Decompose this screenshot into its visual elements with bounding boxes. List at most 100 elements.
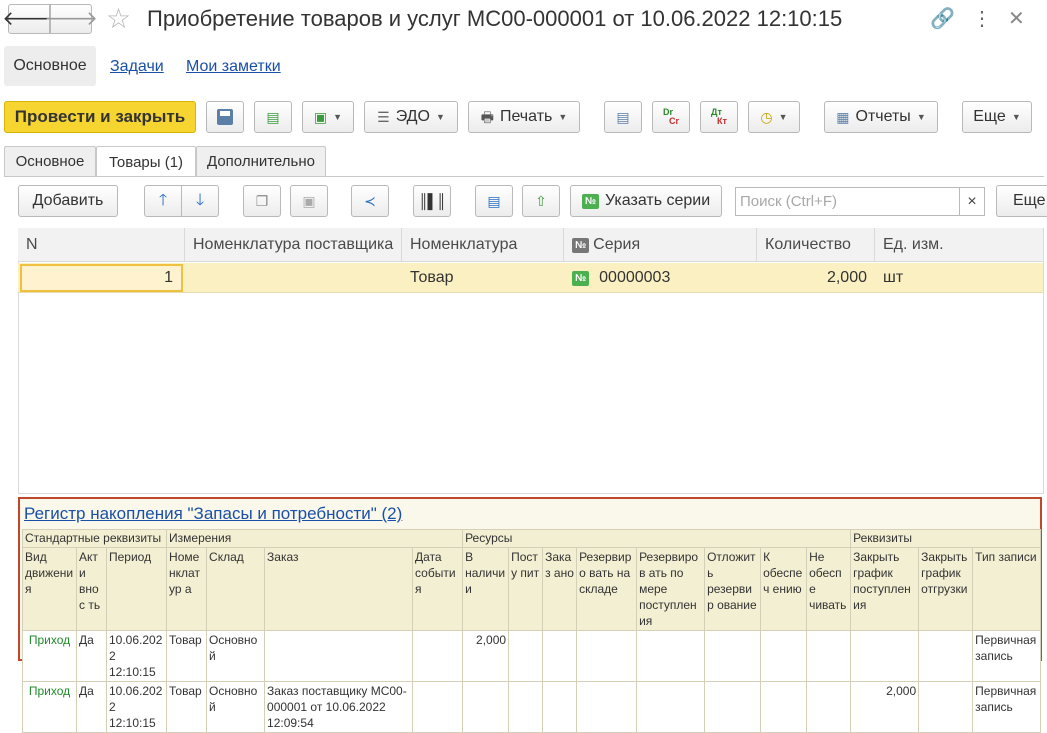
fill-table-icon: ▤ [487, 193, 501, 209]
reg-col-warehouse: Склад [206, 547, 266, 631]
forward-button[interactable]: 🡒 [44, 4, 98, 34]
reg-active: Да [76, 681, 107, 733]
reg-col-to-provide: К обеспеч ению [760, 547, 808, 631]
reg-close-in: 2,000 [850, 681, 920, 733]
print-button[interactable]: 🖶 Печать ▼ [468, 101, 580, 133]
reg-kind: Приход [22, 681, 77, 733]
reg-close-in [850, 630, 920, 682]
series-number-icon: № [581, 193, 599, 209]
reg-col-incoming: Посту пит [508, 547, 544, 631]
post-button[interactable]: ▤ [254, 101, 292, 133]
goods-table-header: N Номенклатура поставщика Номенклатура №… [18, 228, 1043, 262]
set-series-label: Указать серии [604, 192, 711, 209]
group-attributes: Реквизиты [850, 529, 1042, 548]
more-button[interactable]: Еще ▼ [962, 101, 1032, 133]
tab-main[interactable]: Основное [4, 146, 96, 176]
add-button[interactable]: Добавить [18, 185, 118, 217]
set-series-button[interactable]: № Указать серии [570, 185, 722, 217]
copy-button[interactable]: ❐ [243, 185, 281, 217]
arrow-up-icon: 🡑 [158, 192, 168, 209]
reports-icon: ▦ [836, 109, 850, 125]
reg-close-out [918, 630, 974, 682]
register-header-row: Вид движения Акти внос ть Период Номе нк… [22, 547, 1042, 631]
item-cell[interactable]: Товар [402, 263, 564, 293]
register-row[interactable]: Приход Да 10.06.2022 12:10:15 Товар Осно… [22, 630, 1042, 682]
close-icon[interactable]: ✕ [1008, 6, 1025, 31]
unit-cell[interactable]: шт [875, 263, 1043, 293]
reg-kind: Приход [22, 630, 77, 682]
supplier-item-cell[interactable] [185, 263, 402, 293]
col-unit[interactable]: Ед. изм. [875, 228, 1043, 262]
search-clear-button[interactable]: × [959, 187, 985, 216]
reg-defer-reserve [704, 630, 762, 682]
history-button[interactable]: ◷ ▼ [748, 101, 800, 133]
col-quantity[interactable]: Количество [757, 228, 875, 262]
split-button[interactable]: ≺ [351, 185, 389, 217]
group-standard: Стандартные реквизиты [21, 529, 168, 548]
tab-goods[interactable]: Товары (1) [96, 146, 196, 177]
series-cell[interactable]: № 00000003 [564, 263, 757, 293]
register-title-link[interactable]: Регистр накопления "Запасы и потребности… [24, 504, 402, 524]
row-number-cell[interactable]: 1 [20, 264, 183, 292]
col-series[interactable]: № Серия [564, 228, 757, 262]
col-n[interactable]: N [18, 228, 185, 262]
more-menu-icon[interactable]: ⋮ [972, 6, 992, 31]
edo-icon: ☰ [377, 109, 390, 125]
move-up-button[interactable]: 🡑 [144, 185, 182, 217]
reg-col-close-out: Закрыть график отгрузки [918, 547, 974, 631]
reg-record-type: Первичная запись [972, 630, 1042, 682]
reg-in-stock [462, 681, 510, 733]
reg-record-type: Первичная запись [972, 681, 1042, 733]
reports-button[interactable]: ▦ Отчеты ▼ [824, 101, 938, 133]
nav-main[interactable]: Основное [4, 46, 96, 86]
reg-to-provide [760, 630, 808, 682]
paste-button[interactable]: ▣ [290, 185, 328, 217]
col-item[interactable]: Номенклатура [402, 228, 564, 262]
col-supplier-item[interactable]: Номенклатура поставщика [185, 228, 402, 262]
nav-notes[interactable]: Мои заметки [186, 58, 281, 76]
document-structure-button[interactable]: ▤ [604, 101, 642, 133]
search-input[interactable]: Поиск (Ctrl+F) [735, 187, 959, 216]
quantity-cell[interactable]: 2,000 [757, 263, 875, 293]
list-icon: ▤ [616, 109, 630, 125]
dropdown-arrow-icon: ▼ [558, 112, 568, 122]
save-button[interactable] [206, 101, 244, 133]
group-dimensions: Измерения [166, 529, 464, 548]
copy-icon: ❐ [255, 193, 269, 209]
reg-not-provide [806, 681, 852, 733]
upload-button[interactable]: ⇧ [522, 185, 560, 217]
split-line-icon: ≺ [364, 193, 376, 209]
barcode-button[interactable]: ║▌║ [413, 185, 451, 217]
reg-col-in-stock: В наличии [462, 547, 510, 631]
reports-label: Отчеты [855, 108, 911, 125]
tab-additional[interactable]: Дополнительно [196, 146, 326, 176]
reg-item: Товар [166, 630, 208, 682]
link-icon[interactable]: 🔗 [930, 6, 955, 31]
nav-tasks[interactable]: Задачи [110, 58, 164, 76]
reg-col-close-in: Закрыть график поступления [850, 547, 920, 631]
series-value: 00000003 [599, 269, 671, 286]
dr-cr-button[interactable]: Dr Cr [652, 101, 690, 133]
reg-reserve-wh [576, 681, 638, 733]
reg-col-order: Заказ [264, 547, 414, 631]
reg-item: Товар [166, 681, 208, 733]
fill-button[interactable]: ▤ [475, 185, 513, 217]
dropdown-arrow-icon: ▼ [435, 112, 445, 122]
favorite-star-icon[interactable]: ☆ [106, 2, 131, 35]
floppy-disk-icon [217, 109, 233, 125]
reg-col-reserve-wh: Резервиро вать на складе [576, 547, 638, 631]
reg-reserve-wh [576, 630, 638, 682]
move-down-button[interactable]: 🡓 [181, 185, 219, 217]
reg-period: 10.06.2022 12:10:15 [105, 681, 168, 733]
post-and-close-button[interactable]: Провести и закрыть [4, 101, 196, 133]
edo-button[interactable]: ☰ ЭДО ▼ [364, 101, 458, 133]
grid-more-button[interactable]: Еще [996, 185, 1047, 217]
dropdown-arrow-icon: ▼ [916, 112, 926, 122]
create-based-on-button[interactable]: ▣ ▼ [302, 101, 354, 133]
register-row[interactable]: Приход Да 10.06.2022 12:10:15 Товар Осно… [22, 681, 1042, 733]
edo-label: ЭДО [395, 108, 430, 125]
reg-ordered [542, 681, 578, 733]
dt-kt-button[interactable]: Дт Кт [700, 101, 738, 133]
reg-warehouse: Основной [206, 630, 266, 682]
reg-incoming [508, 630, 544, 682]
